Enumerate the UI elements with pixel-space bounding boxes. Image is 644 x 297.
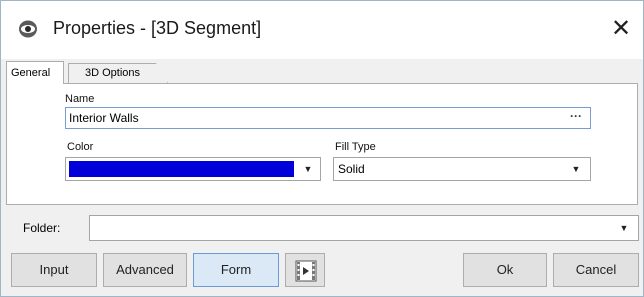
- tab-3d-options[interactable]: 3D Options: [68, 63, 168, 83]
- tab-general[interactable]: General: [6, 61, 64, 84]
- input-button[interactable]: Input: [11, 253, 97, 287]
- name-label: Name: [65, 93, 95, 105]
- form-button[interactable]: Form: [193, 253, 279, 287]
- color-swatch: [69, 161, 294, 177]
- properties-dialog: Properties - [3D Segment] ✕ General 3D O…: [0, 0, 644, 297]
- advanced-button[interactable]: Advanced: [103, 253, 187, 287]
- chevron-down-icon[interactable]: ▼: [298, 158, 318, 180]
- ok-button[interactable]: Ok: [463, 253, 547, 287]
- chevron-down-icon[interactable]: ▼: [566, 158, 586, 180]
- fill-type-dropdown[interactable]: Solid ▼: [333, 157, 591, 181]
- folder-label: Folder:: [23, 221, 61, 235]
- fill-type-value: Solid: [338, 162, 365, 176]
- cancel-button[interactable]: Cancel: [553, 253, 639, 287]
- name-field[interactable]: [65, 107, 591, 129]
- close-button[interactable]: ✕: [603, 11, 639, 47]
- close-icon: ✕: [610, 15, 632, 42]
- app-eye-icon: [18, 19, 38, 39]
- general-panel: Name ··· Color ▼ Fill Type Solid ▼: [6, 83, 638, 205]
- browse-ellipsis-button[interactable]: ···: [564, 109, 588, 127]
- color-dropdown[interactable]: ▼: [65, 157, 321, 181]
- tab-strip: General 3D Options: [6, 61, 636, 84]
- media-button[interactable]: [285, 253, 325, 287]
- chevron-down-icon[interactable]: ▼: [614, 216, 634, 240]
- title-bar: Properties - [3D Segment] ✕: [1, 1, 643, 59]
- folder-dropdown[interactable]: ▼: [89, 215, 639, 241]
- fill-type-label: Fill Type: [335, 141, 376, 153]
- color-label: Color: [67, 141, 94, 153]
- window-title: Properties - [3D Segment]: [53, 18, 262, 38]
